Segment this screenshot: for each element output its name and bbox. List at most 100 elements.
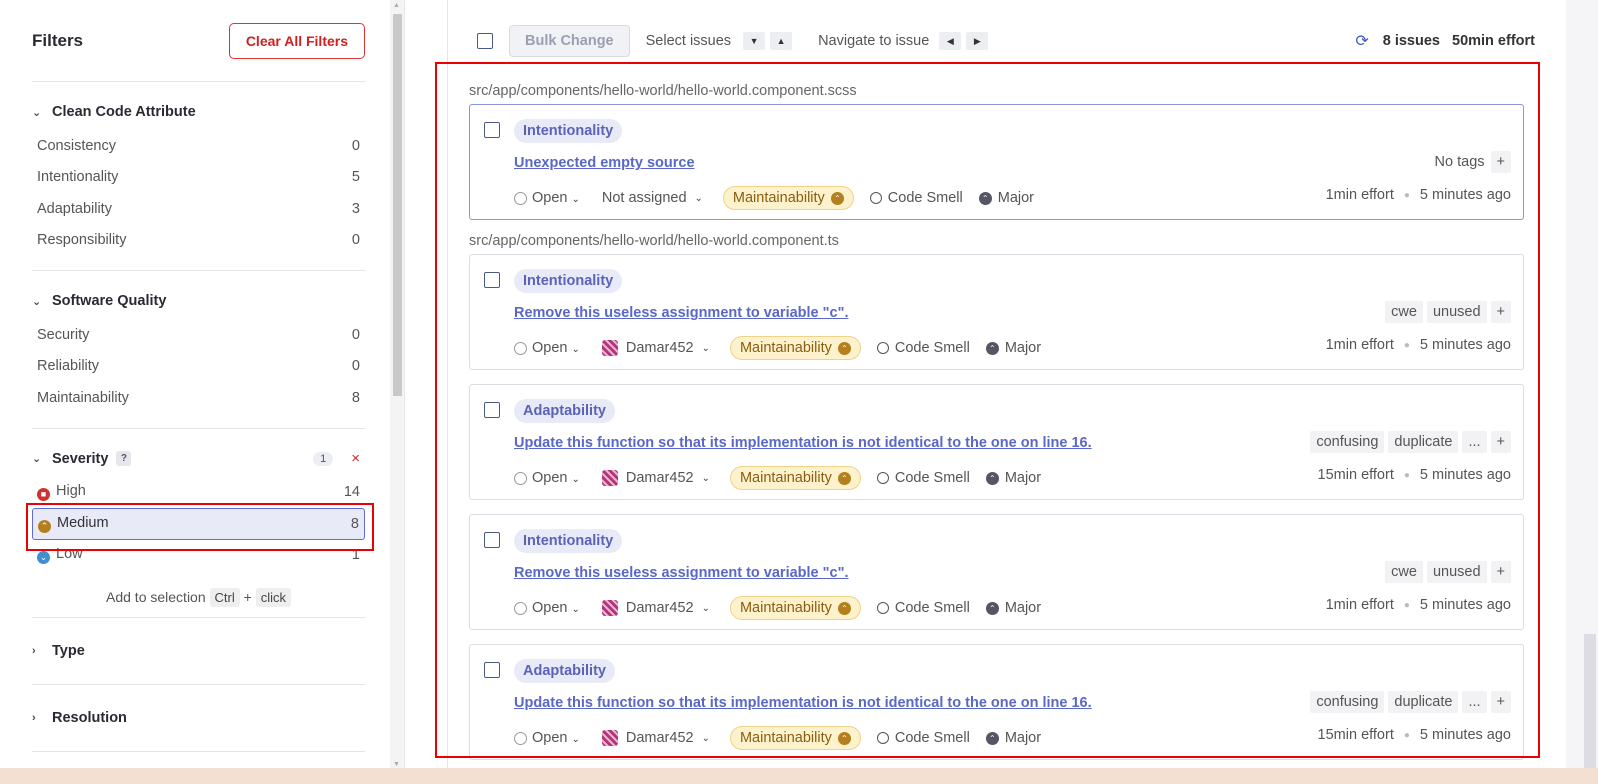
facet-clean-code-attribute: ⌄ Clean Code Attribute Consistency 0 Inte… [32,82,365,271]
bulk-change-button[interactable]: Bulk Change [509,25,630,57]
tag: duplicate [1388,691,1459,713]
facet-item-maintainability[interactable]: Maintainability 8 [32,382,365,414]
issue-checkbox[interactable] [484,662,500,678]
issue-card[interactable]: Intentionality Remove this useless assig… [469,514,1524,630]
status-dropdown[interactable]: Open ⌄ [532,730,580,746]
facet-toggle-severity[interactable]: ⌄ Severity ? 1 × [32,447,365,471]
add-tag-button[interactable]: + [1490,431,1511,453]
issue-title-link[interactable]: Update this function so that its impleme… [514,695,1092,711]
status-dropdown[interactable]: Open ⌄ [532,190,580,206]
chevron-down-icon: ⌄ [701,602,710,614]
facet-item-count: 8 [350,515,359,532]
facet-item-medium[interactable]: ⌃ Medium 8 [32,508,365,540]
add-tag-button[interactable]: + [1490,151,1511,173]
software-quality-badge[interactable]: Maintainability ⌃ [729,726,861,750]
issue-checkbox[interactable] [484,122,500,138]
chevron-down-icon: ⌄ [694,192,703,204]
more-tags[interactable]: ... [1462,431,1487,453]
software-quality-badge[interactable]: Maintainability ⌃ [722,186,854,210]
facet-item-responsibility[interactable]: Responsibility 0 [32,225,365,257]
facet-item-count: 0 [351,358,360,375]
facet-toggle-software-quality[interactable]: ⌄ Software Quality [32,289,365,313]
facet-item-intentionality[interactable]: Intentionality 5 [32,162,365,194]
software-quality-badge[interactable]: Maintainability ⌃ [729,596,861,620]
issue-title-link[interactable]: Update this function so that its impleme… [514,435,1092,451]
facet-toggle-resolution[interactable]: › Resolution [32,685,365,752]
major-severity-icon: ⌃ [978,191,992,205]
clear-severity-icon[interactable]: × [351,450,360,467]
assignee-dropdown[interactable]: Damar452 ⌄ [601,340,710,356]
issue-checkbox[interactable] [484,532,500,548]
reload-icon[interactable]: ⟳ [1355,31,1368,51]
severity-medium-icon: ⌃ [38,519,51,533]
facet-item-adaptability[interactable]: Adaptability 3 [32,193,365,225]
facet-item-high[interactable]: ■ High 14 [32,477,365,509]
issue-checkbox[interactable] [484,402,500,418]
facet-item-security[interactable]: Security 0 [32,319,365,351]
separator-dot: ● [1403,729,1410,741]
issue-card[interactable]: Adaptability Update this function so tha… [469,384,1524,500]
facet-item-count: 0 [351,326,360,343]
software-quality-badge[interactable]: Maintainability ⌃ [729,336,861,360]
add-to-selection-hint: Add to selection Ctrl + click [32,571,365,617]
facet-item-label: Intentionality [37,169,119,186]
page-scrollbar[interactable] [1566,0,1598,784]
sidebar-scrollbar-thumb[interactable] [393,14,402,396]
select-down-icon[interactable]: ▼ [743,32,766,50]
tag: cwe [1385,561,1423,583]
chevron-down-icon: ⌄ [571,344,580,355]
assignee-dropdown[interactable]: Damar452 ⌄ [601,730,710,746]
status-dropdown[interactable]: Open ⌄ [532,340,580,356]
issue-card[interactable]: Intentionality Unexpected empty source N… [469,104,1524,220]
facet-item-reliability[interactable]: Reliability 0 [32,351,365,383]
issue-title-link[interactable]: Unexpected empty source [514,155,695,171]
issue-title-link[interactable]: Remove this useless assignment to variab… [514,305,849,321]
add-tag-button[interactable]: + [1490,691,1511,713]
issue-severity: ⌃ Major [978,190,1034,206]
more-tags[interactable]: ... [1462,691,1487,713]
software-quality-badge[interactable]: Maintainability ⌃ [729,466,861,490]
tag: duplicate [1388,431,1459,453]
scroll-up-icon[interactable]: ▲ [393,2,400,9]
issue-tags: confusing duplicate ... + [1310,691,1511,713]
status-dropdown[interactable]: Open ⌄ [532,600,580,616]
facet-toggle-type[interactable]: › Type [32,618,365,685]
issue-card[interactable]: Intentionality Remove this useless assig… [469,254,1524,370]
facet-toggle-clean-code[interactable]: ⌄ Clean Code Attribute [32,100,365,124]
facet-item-label: Medium [57,514,109,531]
select-up-icon[interactable]: ▲ [770,32,793,50]
add-tag-button[interactable]: + [1490,301,1511,323]
issue-severity: ⌃ Major [985,730,1041,746]
issue-title-link[interactable]: Remove this useless assignment to variab… [514,565,849,581]
facet-software-quality: ⌄ Software Quality Security 0 Reliability… [32,271,365,429]
sidebar-scrollbar[interactable]: ▲ ▼ [390,0,404,770]
quality-label: Maintainability [739,600,832,616]
status-dropdown[interactable]: Open ⌄ [532,470,580,486]
navigate-next-icon[interactable]: ▶ [966,32,989,50]
facet-item-low[interactable]: ⌄ Low 1 [32,540,365,572]
add-tag-button[interactable]: + [1490,561,1511,583]
assignee-label: Damar452 [625,600,694,616]
severity-medium-icon: ⌃ [837,601,851,615]
help-icon[interactable]: ? [116,451,132,466]
assignee-dropdown[interactable]: Not assigned ⌄ [602,190,703,206]
assignee-dropdown[interactable]: Damar452 ⌄ [601,600,710,616]
tag: unused [1426,561,1487,583]
type-label: Code Smell [894,600,970,616]
issues-summary: ⟳ 8 issues 50min effort [1355,31,1535,51]
scroll-down-icon[interactable]: ▼ [393,761,400,768]
clear-all-filters-button[interactable]: Clear All Filters [228,22,365,59]
issue-tags: No tags + [1435,151,1511,173]
chevron-down-icon: ⌄ [571,734,580,745]
separator-dot: ● [1403,189,1410,201]
time-label: 5 minutes ago [1419,727,1511,743]
major-severity-icon: ⌃ [985,471,999,485]
issue-card[interactable]: Adaptability Update this function so tha… [469,644,1524,760]
facet-item-consistency[interactable]: Consistency 0 [32,130,365,162]
major-severity-icon: ⌃ [985,731,999,745]
navigate-prev-icon[interactable]: ◀ [939,32,962,50]
assignee-dropdown[interactable]: Damar452 ⌄ [601,470,710,486]
page-scrollbar-thumb[interactable] [1584,634,1596,770]
select-all-checkbox[interactable] [477,33,493,49]
issue-checkbox[interactable] [484,272,500,288]
